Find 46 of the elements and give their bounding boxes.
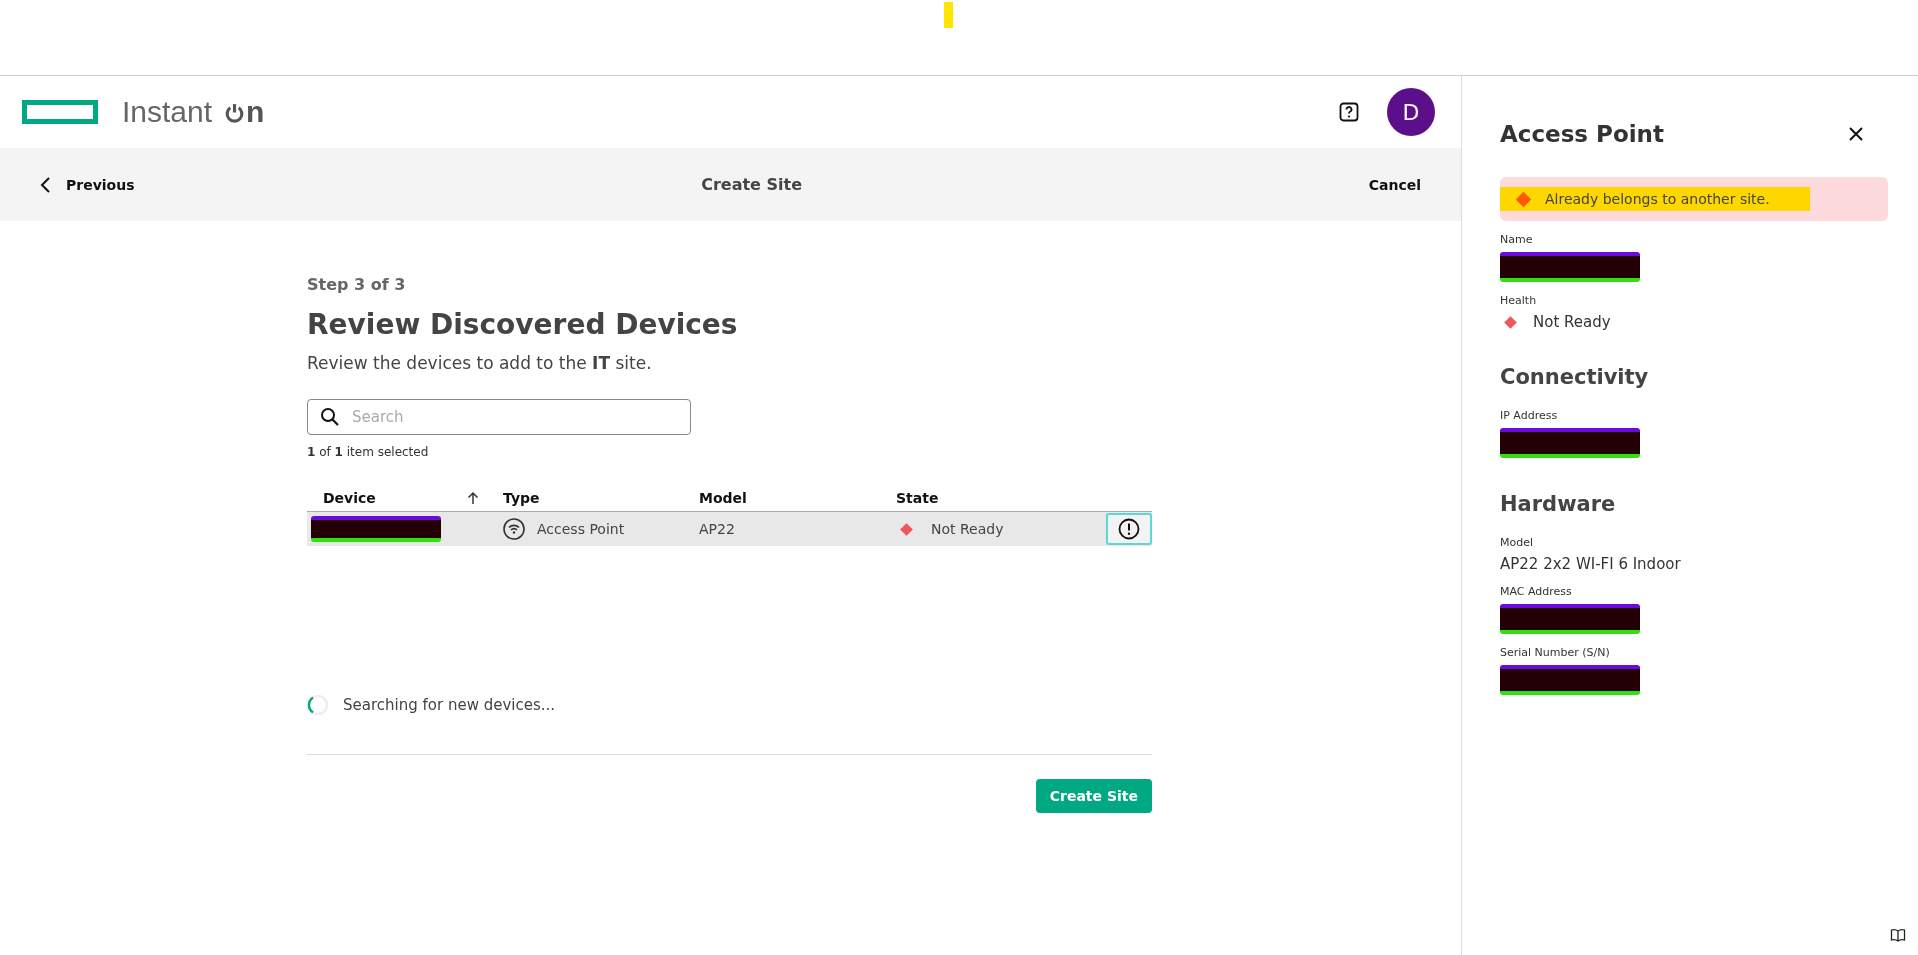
field-label: Name <box>1500 233 1534 246</box>
previous-button[interactable]: Previous <box>36 171 139 198</box>
table-cell: AP22 <box>699 521 735 537</box>
search-field[interactable]: Search <box>307 399 691 435</box>
column-header[interactable]: State <box>896 490 939 506</box>
table-row[interactable]: Access Point AP22 Not Ready <box>307 512 1152 546</box>
column-header[interactable]: Model <box>699 490 747 506</box>
logo-mark-icon <box>22 100 98 124</box>
searching-status: Searching for new devices... <box>343 696 556 714</box>
field-value: Not Ready <box>1533 313 1611 331</box>
chevron-left-icon <box>40 175 52 194</box>
section-heading: Connectivity <box>1500 365 1650 389</box>
highlight-mark <box>944 2 953 28</box>
alert-text: Already belongs to another site. <box>1545 191 1770 207</box>
selection-count: 1 of 1 item selected <box>307 445 430 459</box>
cancel-button[interactable]: Cancel <box>1364 172 1425 197</box>
table-cell: Access Point <box>537 521 625 537</box>
logo-suffix: n <box>246 95 265 129</box>
close-icon[interactable] <box>1848 126 1864 142</box>
panel-title: Access Point <box>1500 121 1664 147</box>
alert-icon <box>1118 518 1140 540</box>
help-icon[interactable] <box>1339 102 1359 122</box>
subtitle: Review the devices to add to the IT site. <box>307 353 653 373</box>
field-label: Health <box>1500 294 1538 307</box>
book-icon[interactable] <box>1890 927 1906 943</box>
search-input[interactable]: Search <box>350 407 678 427</box>
step-label: Step 3 of 3 <box>307 275 407 294</box>
section-heading: Hardware <box>1500 492 1617 516</box>
loading-spinner-icon <box>307 694 329 716</box>
logo-text: Instant <box>122 95 213 129</box>
search-icon <box>320 407 340 427</box>
warning-button[interactable] <box>1106 513 1152 545</box>
field-label: Serial Number (S/N) <box>1500 646 1611 659</box>
user-avatar[interactable]: D <box>1387 88 1435 136</box>
field-label: IP Address <box>1500 409 1559 422</box>
page-title: Create Site <box>701 175 803 194</box>
power-icon <box>224 101 246 123</box>
field-value: AP22 2x2 WI-FI 6 Indoor <box>1500 555 1682 573</box>
sort-arrow-icon[interactable] <box>467 491 479 505</box>
column-header[interactable]: Device <box>323 490 376 506</box>
field-label: MAC Address <box>1500 585 1573 598</box>
field-label: Model <box>1500 536 1535 549</box>
table-cell: Not Ready <box>931 521 1004 537</box>
column-header[interactable]: Type <box>503 490 540 506</box>
wifi-icon <box>503 518 525 540</box>
heading: Review Discovered Devices <box>307 308 739 341</box>
